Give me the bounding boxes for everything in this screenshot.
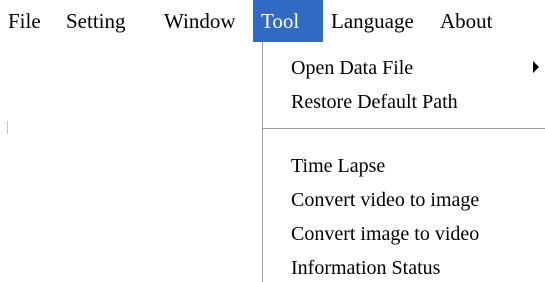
menu-item-restore-default-path[interactable]: Restore Default Path [291, 85, 458, 119]
menu-item-information-status[interactable]: Information Status [291, 251, 440, 282]
window-edge-mark [7, 121, 8, 134]
submenu-arrow-icon [533, 61, 539, 73]
menu-item-open-data-file[interactable]: Open Data File [291, 51, 413, 85]
menu-about[interactable]: About [432, 0, 522, 42]
menu-bar: File Setting Window Tool Language About [0, 0, 545, 42]
menu-separator [263, 128, 545, 130]
tool-dropdown-menu: Open Data File Restore Default Path Time… [262, 42, 545, 282]
menu-language[interactable]: Language [323, 0, 432, 42]
menu-window[interactable]: Window [156, 0, 253, 42]
menu-file[interactable]: File [0, 0, 58, 42]
menu-tool[interactable]: Tool [253, 0, 323, 42]
menu-item-convert-image-to-video[interactable]: Convert image to video [291, 217, 479, 251]
menu-item-time-lapse[interactable]: Time Lapse [291, 149, 385, 183]
application-window: File Setting Window Tool Language About … [0, 0, 545, 282]
menu-setting[interactable]: Setting [58, 0, 156, 42]
menu-item-convert-video-to-image[interactable]: Convert video to image [291, 183, 479, 217]
